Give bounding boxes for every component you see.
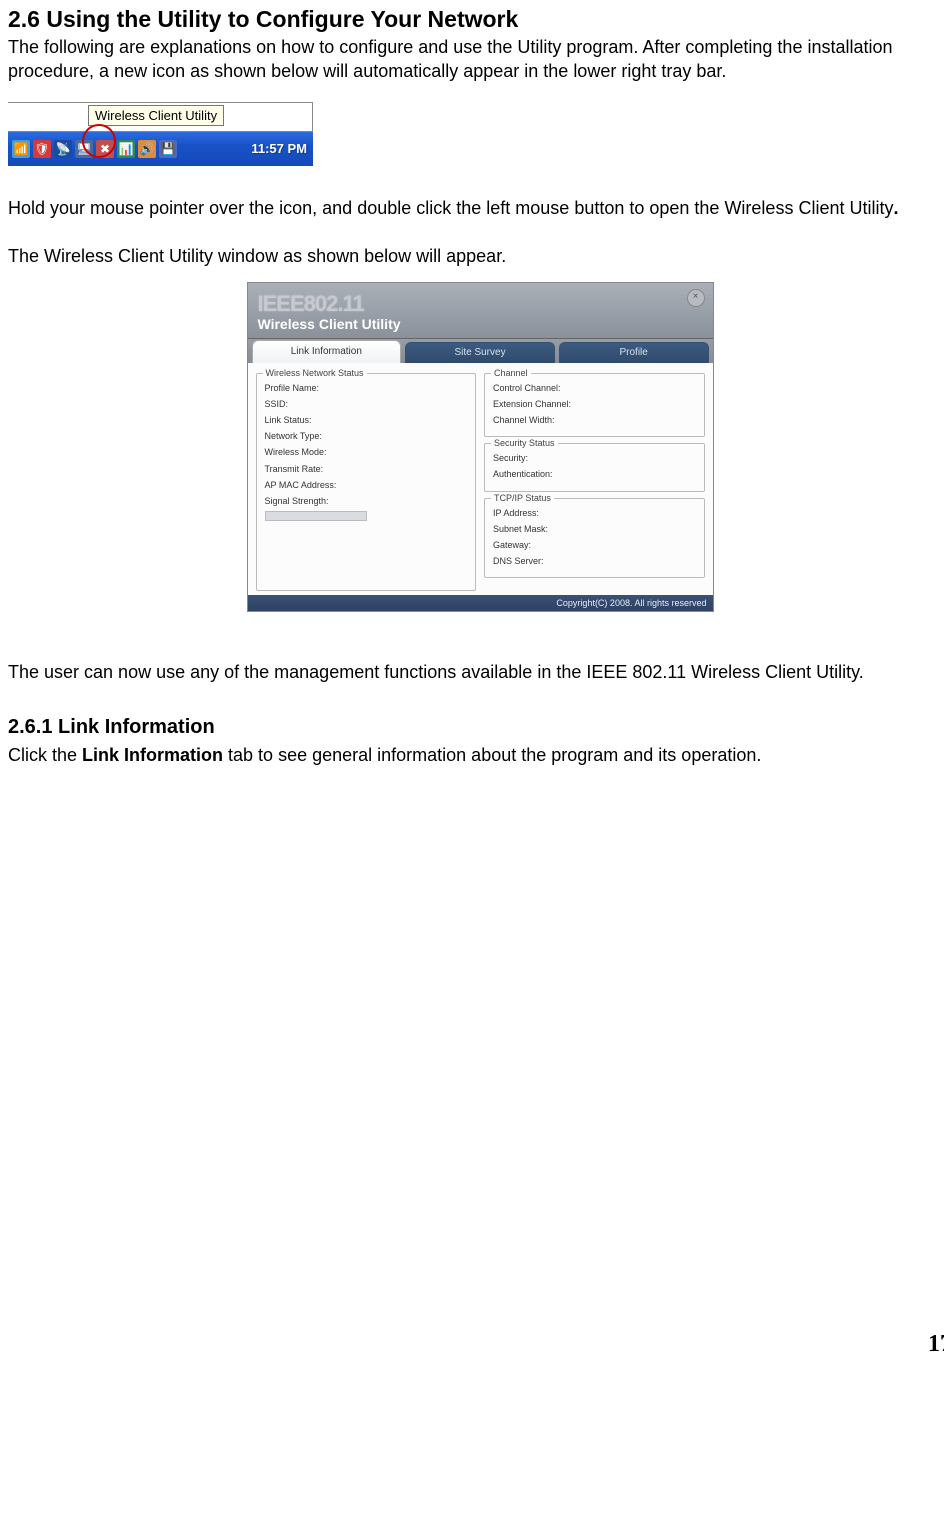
paragraph-management: The user can now use any of the manageme… xyxy=(8,660,944,684)
chart-icon[interactable]: 📊 xyxy=(117,140,135,158)
fieldset-security-status: Security Status Security: Authentication… xyxy=(484,443,705,491)
monitor-icon[interactable]: 🖥 xyxy=(75,140,93,158)
label-wireless-mode: Wireless Mode: xyxy=(265,444,468,460)
heading-2-6-1: 2.6.1 Link Information xyxy=(8,714,944,741)
utility-header: IEEE802.11 Wireless Client Utility × xyxy=(248,283,713,339)
heading-2-6: 2.6 Using the Utility to Configure Your … xyxy=(8,4,944,35)
page-number: 17 xyxy=(8,1328,944,1360)
label-transmit-rate: Transmit Rate: xyxy=(265,461,468,477)
label-channel-width: Channel Width: xyxy=(493,412,696,428)
fieldset-channel: Channel Control Channel: Extension Chann… xyxy=(484,373,705,437)
utility-title: Wireless Client Utility xyxy=(258,315,703,334)
tabs: Link Information Site Survey Profile xyxy=(248,339,713,363)
label-profile-name: Profile Name: xyxy=(265,380,468,396)
close-button[interactable]: × xyxy=(687,289,705,307)
network-icon[interactable]: 📶 xyxy=(12,140,30,158)
wireless-client-utility-icon[interactable]: 📡 xyxy=(54,140,72,158)
utility-window: IEEE802.11 Wireless Client Utility × Lin… xyxy=(247,282,714,612)
tray-screenshot: Wireless Client Utility 📶 🛡 📡 🖥 ✖ 📊 🔊 💾 … xyxy=(8,102,313,166)
label-subnet-mask: Subnet Mask: xyxy=(493,521,696,537)
tab-link-information[interactable]: Link Information xyxy=(252,340,402,363)
tab-site-survey[interactable]: Site Survey xyxy=(405,342,555,363)
label-ap-mac: AP MAC Address: xyxy=(265,477,468,493)
label-link-status: Link Status: xyxy=(265,412,468,428)
paragraph-intro: The following are explanations on how to… xyxy=(8,35,944,84)
legend-channel: Channel xyxy=(491,367,531,379)
utility-body: Wireless Network Status Profile Name: SS… xyxy=(248,363,713,595)
paragraph-hold-mouse: Hold your mouse pointer over the icon, a… xyxy=(8,196,944,220)
fieldset-tcpip-status: TCP/IP Status IP Address: Subnet Mask: G… xyxy=(484,498,705,579)
legend-tcpip: TCP/IP Status xyxy=(491,492,554,504)
label-control-channel: Control Channel: xyxy=(493,380,696,396)
disk-icon[interactable]: 💾 xyxy=(159,140,177,158)
label-network-type: Network Type: xyxy=(265,428,468,444)
tab-profile[interactable]: Profile xyxy=(559,342,709,363)
label-ssid: SSID: xyxy=(265,396,468,412)
fieldset-wireless-network-status: Wireless Network Status Profile Name: SS… xyxy=(256,373,477,591)
legend-wns: Wireless Network Status xyxy=(263,367,367,379)
label-gateway: Gateway: xyxy=(493,537,696,553)
shield-icon[interactable]: 🛡 xyxy=(33,140,51,158)
label-extension-channel: Extension Channel: xyxy=(493,396,696,412)
label-security: Security: xyxy=(493,450,696,466)
volume-icon[interactable]: 🔊 xyxy=(138,140,156,158)
label-ip-address: IP Address: xyxy=(493,505,696,521)
paragraph-window-appear: The Wireless Client Utility window as sh… xyxy=(8,244,944,268)
tray-tooltip: Wireless Client Utility xyxy=(88,105,224,127)
label-signal-strength: Signal Strength: xyxy=(265,493,468,509)
utility-footer: Copyright(C) 2008. All rights reserved xyxy=(248,595,713,611)
taskbar: 📶 🛡 📡 🖥 ✖ 📊 🔊 💾 11:57 PM xyxy=(8,131,313,166)
cancel-icon[interactable]: ✖ xyxy=(96,140,114,158)
paragraph-click-link-info: Click the Link Information tab to see ge… xyxy=(8,743,944,767)
label-dns-server: DNS Server: xyxy=(493,553,696,569)
label-authentication: Authentication: xyxy=(493,466,696,482)
tray-clock: 11:57 PM xyxy=(251,140,307,158)
signal-strength-bar xyxy=(265,511,367,521)
tray-icons-group: 📶 🛡 📡 🖥 ✖ 📊 🔊 💾 xyxy=(12,140,177,158)
legend-security: Security Status xyxy=(491,437,558,449)
